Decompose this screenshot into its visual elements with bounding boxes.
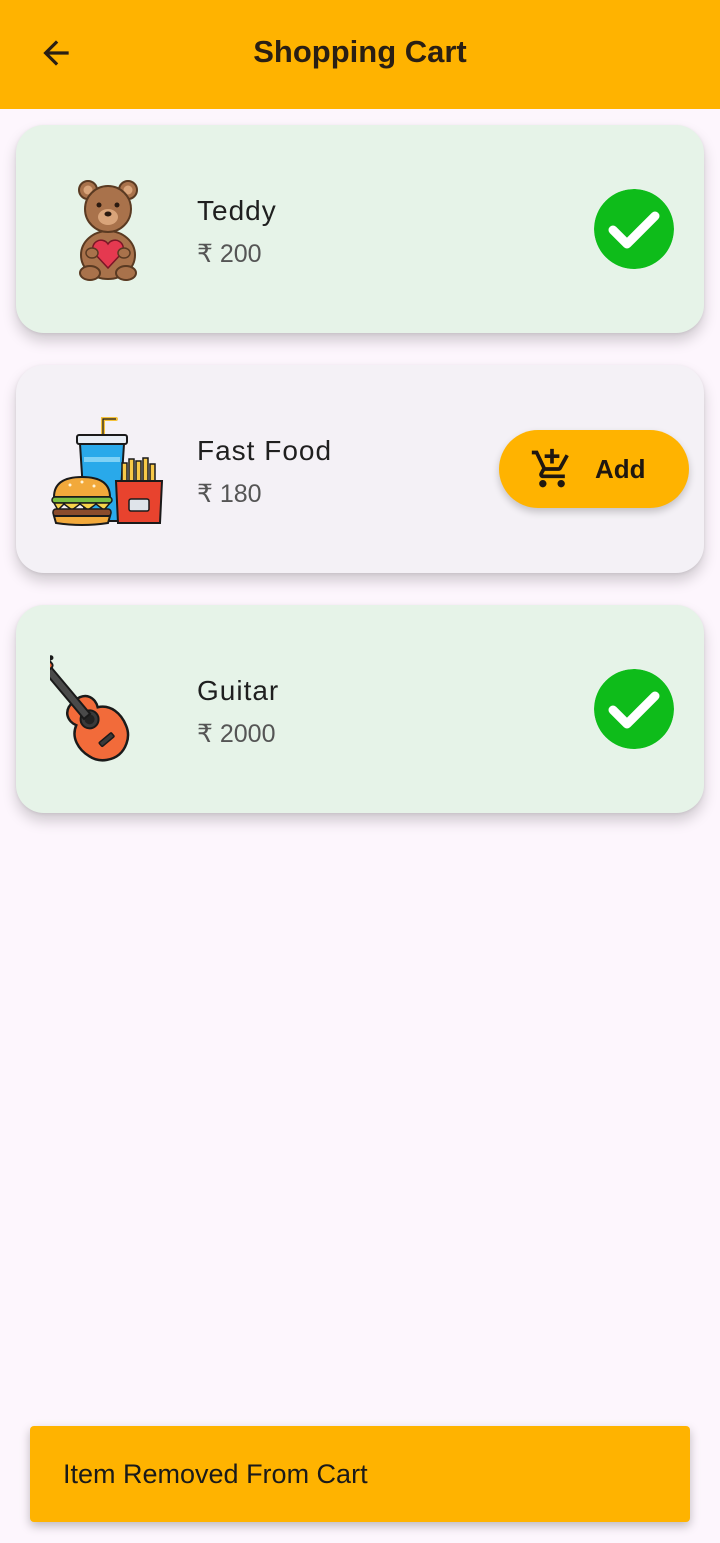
- snackbar-message: Item Removed From Cart: [63, 1459, 368, 1489]
- product-price: ₹ 2000: [197, 720, 276, 748]
- check-circle-icon[interactable]: [594, 669, 674, 749]
- product-card-fast-food: Fast Food ₹ 180 Add: [16, 365, 704, 573]
- product-name: Fast Food: [197, 435, 333, 466]
- add-to-cart-button[interactable]: Add: [499, 430, 689, 508]
- app-bar: Shopping Cart: [0, 0, 720, 109]
- product-name: Guitar: [197, 675, 280, 706]
- teddy-bear-icon: [78, 180, 138, 281]
- snackbar: Item Removed From Cart: [30, 1426, 690, 1522]
- product-card-guitar: Guitar ₹ 2000: [16, 605, 704, 813]
- fast-food-icon: [51, 417, 164, 526]
- add-button-label: Add: [595, 453, 646, 484]
- product-price: ₹ 180: [197, 480, 262, 508]
- product-name: Teddy: [197, 195, 277, 226]
- guitar-icon: [50, 653, 130, 762]
- page-title: Shopping Cart: [253, 34, 467, 69]
- add-shopping-cart-icon: [531, 448, 569, 488]
- check-circle-icon[interactable]: [594, 189, 674, 269]
- product-price: ₹ 200: [197, 240, 262, 268]
- product-card-teddy: Teddy ₹ 200: [16, 125, 704, 333]
